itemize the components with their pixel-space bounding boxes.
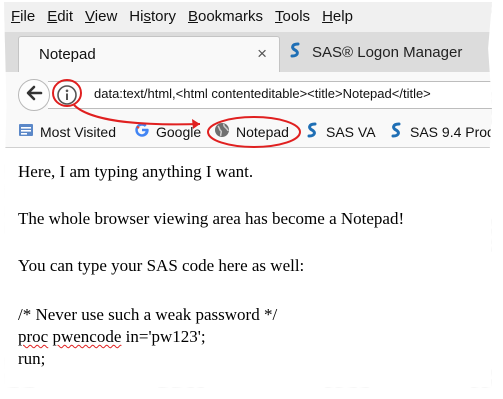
code-line: proc pwencode in='pw123'; [18, 327, 206, 346]
menu-bookmarks[interactable]: Bookmarks [188, 8, 263, 26]
editable-page-content[interactable]: Here, I am typing anything I want. The w… [4, 149, 492, 388]
globe-icon [214, 122, 230, 143]
menu-tools[interactable]: Tools [275, 8, 310, 26]
sas-icon [388, 121, 404, 144]
tab-sas-logon-manager[interactable]: SAS® Logon Manager [286, 36, 492, 68]
code-comment-line: /* Never use such a weak password */ [18, 305, 278, 324]
info-icon [56, 85, 78, 110]
sas-icon [286, 41, 304, 64]
bookmark-notepad[interactable]: Notepad [214, 122, 289, 142]
most-visited-icon [18, 122, 34, 143]
bookmark-google[interactable]: Google [134, 122, 201, 142]
menu-file[interactable]: File [11, 8, 35, 26]
back-button[interactable] [18, 79, 50, 111]
google-icon [134, 122, 150, 143]
tab-strip: Notepad × SAS® Logon Manager [4, 32, 492, 72]
bookmarks-toolbar: Most Visited Google Notepad SAS VA SAS 9… [4, 116, 492, 148]
back-arrow-icon [25, 85, 43, 106]
sas-icon [304, 121, 320, 144]
menu-view[interactable]: View [85, 8, 117, 26]
tab-notepad-label: Notepad [39, 46, 96, 63]
code-line: run; [18, 349, 46, 368]
close-tab-icon[interactable]: × [257, 45, 267, 63]
spellcheck-word: pwencode [52, 327, 122, 346]
text-line: The whole browser viewing area has becom… [18, 209, 405, 228]
browser-window: File Edit View History Bookmarks Tools H… [4, 2, 492, 388]
navigation-bar: data:text/html,<html contenteditable><ti… [4, 72, 492, 116]
text-line: You can type your SAS code here as well: [18, 256, 305, 275]
menu-help[interactable]: Help [322, 8, 353, 26]
bookmark-sas-va[interactable]: SAS VA [304, 122, 376, 142]
bookmark-most-visited[interactable]: Most Visited [18, 122, 116, 142]
tab-sas-logon-manager-label: SAS® Logon Manager [312, 43, 463, 61]
site-info-button[interactable] [56, 84, 78, 106]
menu-history[interactable]: History [129, 8, 176, 26]
menu-bar: File Edit View History Bookmarks Tools H… [4, 2, 492, 32]
tab-notepad[interactable]: Notepad × [18, 36, 280, 72]
spellcheck-word: proc [18, 327, 49, 346]
menu-edit[interactable]: Edit [47, 8, 73, 26]
bookmark-sas-94-prod[interactable]: SAS 9.4 Prod [388, 122, 492, 142]
text-line: Here, I am typing anything I want. [18, 162, 254, 181]
url-text[interactable]: data:text/html,<html contenteditable><ti… [94, 86, 431, 101]
